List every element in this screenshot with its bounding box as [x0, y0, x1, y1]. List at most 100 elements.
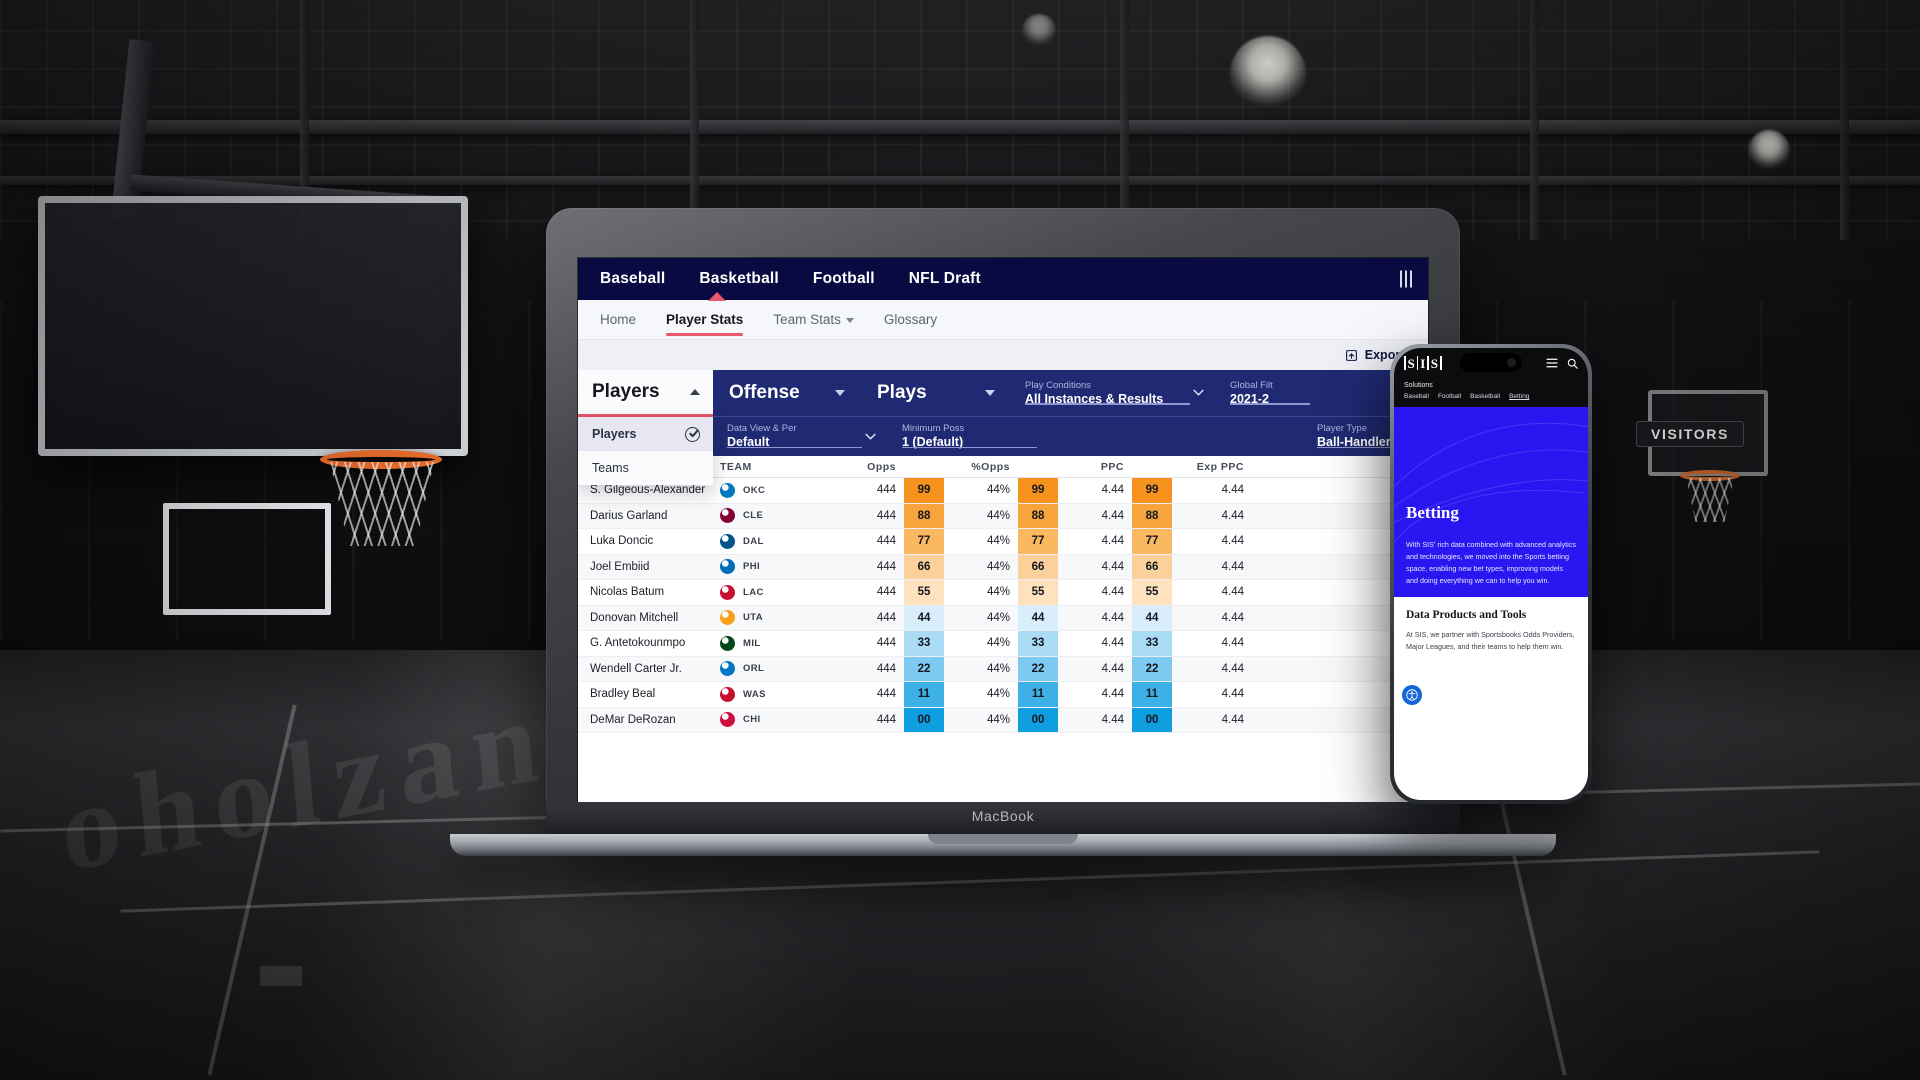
cell-player[interactable]: Nicolas Batum	[578, 580, 718, 605]
filter-side[interactable]: Offense	[713, 382, 861, 404]
cell-opps-rank: 11	[904, 682, 944, 707]
dropdown-option-players[interactable]: Players	[578, 417, 713, 451]
filter-minimum-poss[interactable]: Minimum Poss 1 (Default)	[888, 423, 1063, 450]
cell-ppc: 4.44	[1101, 713, 1124, 726]
cell-exp-ppc: 4.44	[1221, 662, 1244, 675]
table-row[interactable]: DeMar DeRozan CHI 444 00 44% 00 4.44 00 4.44	[578, 707, 1428, 733]
filter-bar: Players Players Teams Offense Plays Play…	[578, 370, 1428, 485]
cell-player[interactable]: Donovan Mitchell	[578, 606, 718, 631]
phone-subnav-item-basketball[interactable]: Basketball	[1470, 393, 1500, 400]
team-logo-icon	[720, 508, 735, 524]
column-header-exp-ppc[interactable]: Exp PPC	[1172, 461, 1258, 473]
cell-ppc: 4.44	[1101, 637, 1124, 650]
subnav-item-player-stats[interactable]: Player Stats	[666, 301, 744, 338]
phone-section-body: At SIS, we partner with Sportsbooks Odds…	[1406, 630, 1575, 651]
team-logo-icon	[720, 610, 735, 626]
team-logo-icon	[720, 533, 735, 549]
phone-subnav-item-baseball[interactable]: Baseball	[1404, 393, 1429, 400]
cell-player[interactable]: Bradley Beal	[578, 682, 718, 707]
cell-ppc-rank: 55	[1132, 580, 1172, 605]
field-underline	[1230, 403, 1310, 405]
table-row[interactable]: Bradley Beal WAS 444 11 44% 11 4.44 11 4.44	[578, 682, 1428, 708]
phone-hero-section: Betting With SIS' rich data combined wit…	[1394, 407, 1588, 597]
cell-ppc-rank: 22	[1132, 656, 1172, 681]
dropdown-option-players-label: Players	[592, 427, 637, 441]
subnav-item-glossary[interactable]: Glossary	[884, 301, 937, 338]
check-circle-icon	[685, 426, 700, 442]
cell-ppc-rank: 88	[1132, 503, 1172, 528]
team-abbreviation: WAS	[743, 688, 766, 700]
cell-player[interactable]: Wendell Carter Jr.	[578, 657, 718, 682]
table-row[interactable]: Nicolas Batum LAC 444 55 44% 55 4.44 55 4.44	[578, 580, 1428, 606]
team-logo-icon	[720, 661, 735, 677]
table-row[interactable]: Darius Garland CLE 444 88 44% 88 4.44 88 4.44	[578, 503, 1428, 529]
topbar-item-baseball[interactable]: Baseball	[600, 270, 665, 288]
sis-logo[interactable]	[1400, 270, 1412, 288]
filter-data-view-per[interactable]: Data View & Per Default	[713, 423, 888, 450]
column-header-team[interactable]: TEAM	[718, 461, 830, 473]
team-abbreviation: CLE	[743, 510, 764, 522]
cell-opps: 444	[876, 637, 896, 650]
cell-ppc: 4.44	[1101, 611, 1124, 624]
cell-opps: 444	[876, 662, 896, 675]
team-logo-icon	[720, 686, 735, 702]
chevron-down-icon	[845, 317, 854, 323]
team-abbreviation: UTA	[743, 612, 764, 624]
macbook-chin-area: MacBook	[450, 802, 1556, 858]
cell-player[interactable]: Darius Garland	[578, 504, 718, 529]
team-logo-icon	[720, 559, 735, 575]
phone-subnav-item-betting[interactable]: Betting	[1509, 393, 1529, 400]
topbar-item-football[interactable]: Football	[813, 270, 875, 288]
topbar-item-nfl-draft[interactable]: NFL Draft	[909, 270, 981, 288]
cell-opps-rank: 66	[904, 554, 944, 579]
dropdown-option-teams[interactable]: Teams	[578, 451, 713, 485]
site-topbar: Baseball Basketball Football NFL Draft	[578, 258, 1428, 301]
search-icon[interactable]	[1567, 358, 1578, 369]
table-row[interactable]: Wendell Carter Jr. ORL 444 22 44% 22 4.44 22 4.4…	[578, 656, 1428, 682]
cell-team: ORL	[718, 657, 830, 682]
cell-player[interactable]: Joel Embiid	[578, 555, 718, 580]
cell-pct-opps: 44%	[986, 637, 1010, 650]
cell-pct-opps: 44%	[986, 611, 1010, 624]
filter-row-primary: Offense Plays Play Conditions All Instan…	[713, 370, 1428, 417]
filter-category[interactable]: Plays	[861, 382, 1011, 404]
cell-pct-opps-rank: 55	[1018, 580, 1058, 605]
entity-selector-value: Players	[592, 381, 660, 402]
table-row[interactable]: Joel Embiid PHI 444 66 44% 66 4.44 66 4.44	[578, 554, 1428, 580]
hamburger-icon[interactable]	[1546, 358, 1558, 368]
table-row[interactable]: G. Antetokounmpo MIL 444 33 44% 33 4.44 33 4.44	[578, 631, 1428, 657]
cell-pct-opps-rank: 44	[1018, 605, 1058, 630]
cell-pct-opps-rank: 00	[1018, 707, 1058, 732]
cell-exp-ppc: 4.44	[1221, 611, 1244, 624]
cell-opps-rank: 77	[904, 529, 944, 554]
topbar-item-basketball[interactable]: Basketball	[699, 270, 779, 288]
macbook-model-label: MacBook	[971, 808, 1035, 824]
subnav-item-home[interactable]: Home	[600, 301, 636, 338]
cell-team: CLE	[718, 504, 830, 529]
phone-subnav-item-football[interactable]: Football	[1438, 393, 1461, 400]
cell-ppc-rank: 00	[1132, 707, 1172, 732]
accessibility-icon[interactable]	[1402, 685, 1422, 705]
cell-ppc: 4.44	[1101, 586, 1124, 599]
table-row[interactable]: Donovan Mitchell UTA 444 44 44% 44 4.44 44 4.44	[578, 605, 1428, 631]
team-abbreviation: DAL	[743, 535, 764, 547]
column-header-pct-opps[interactable]: %Opps	[944, 461, 1018, 473]
subnav-item-team-stats[interactable]: Team Stats	[773, 301, 854, 338]
chevron-down-icon	[1193, 389, 1204, 396]
cell-player[interactable]: G. Antetokounmpo	[578, 631, 718, 656]
column-header-opps[interactable]: Opps	[830, 461, 904, 473]
cell-ppc: 4.44	[1101, 484, 1124, 497]
filter-play-conditions[interactable]: Play Conditions All Instances & Results	[1011, 380, 1216, 407]
table-row[interactable]: Luka Doncic DAL 444 77 44% 77 4.44 77 4.44	[578, 529, 1428, 555]
cell-team: PHI	[718, 555, 830, 580]
cell-opps-rank: 44	[904, 605, 944, 630]
cell-player[interactable]: DeMar DeRozan	[578, 708, 718, 733]
cell-pct-opps: 44%	[986, 586, 1010, 599]
column-header-ppc[interactable]: PPC	[1058, 461, 1132, 473]
sis-logo[interactable]: SIS	[1404, 356, 1442, 370]
filter-global-filters[interactable]: Global Filt 2021-2	[1216, 380, 1336, 407]
cell-player[interactable]: Luka Doncic	[578, 529, 718, 554]
cell-pct-opps-rank: 77	[1018, 529, 1058, 554]
chevron-down-icon	[865, 433, 876, 440]
entity-selector-trigger[interactable]: Players	[578, 370, 713, 417]
